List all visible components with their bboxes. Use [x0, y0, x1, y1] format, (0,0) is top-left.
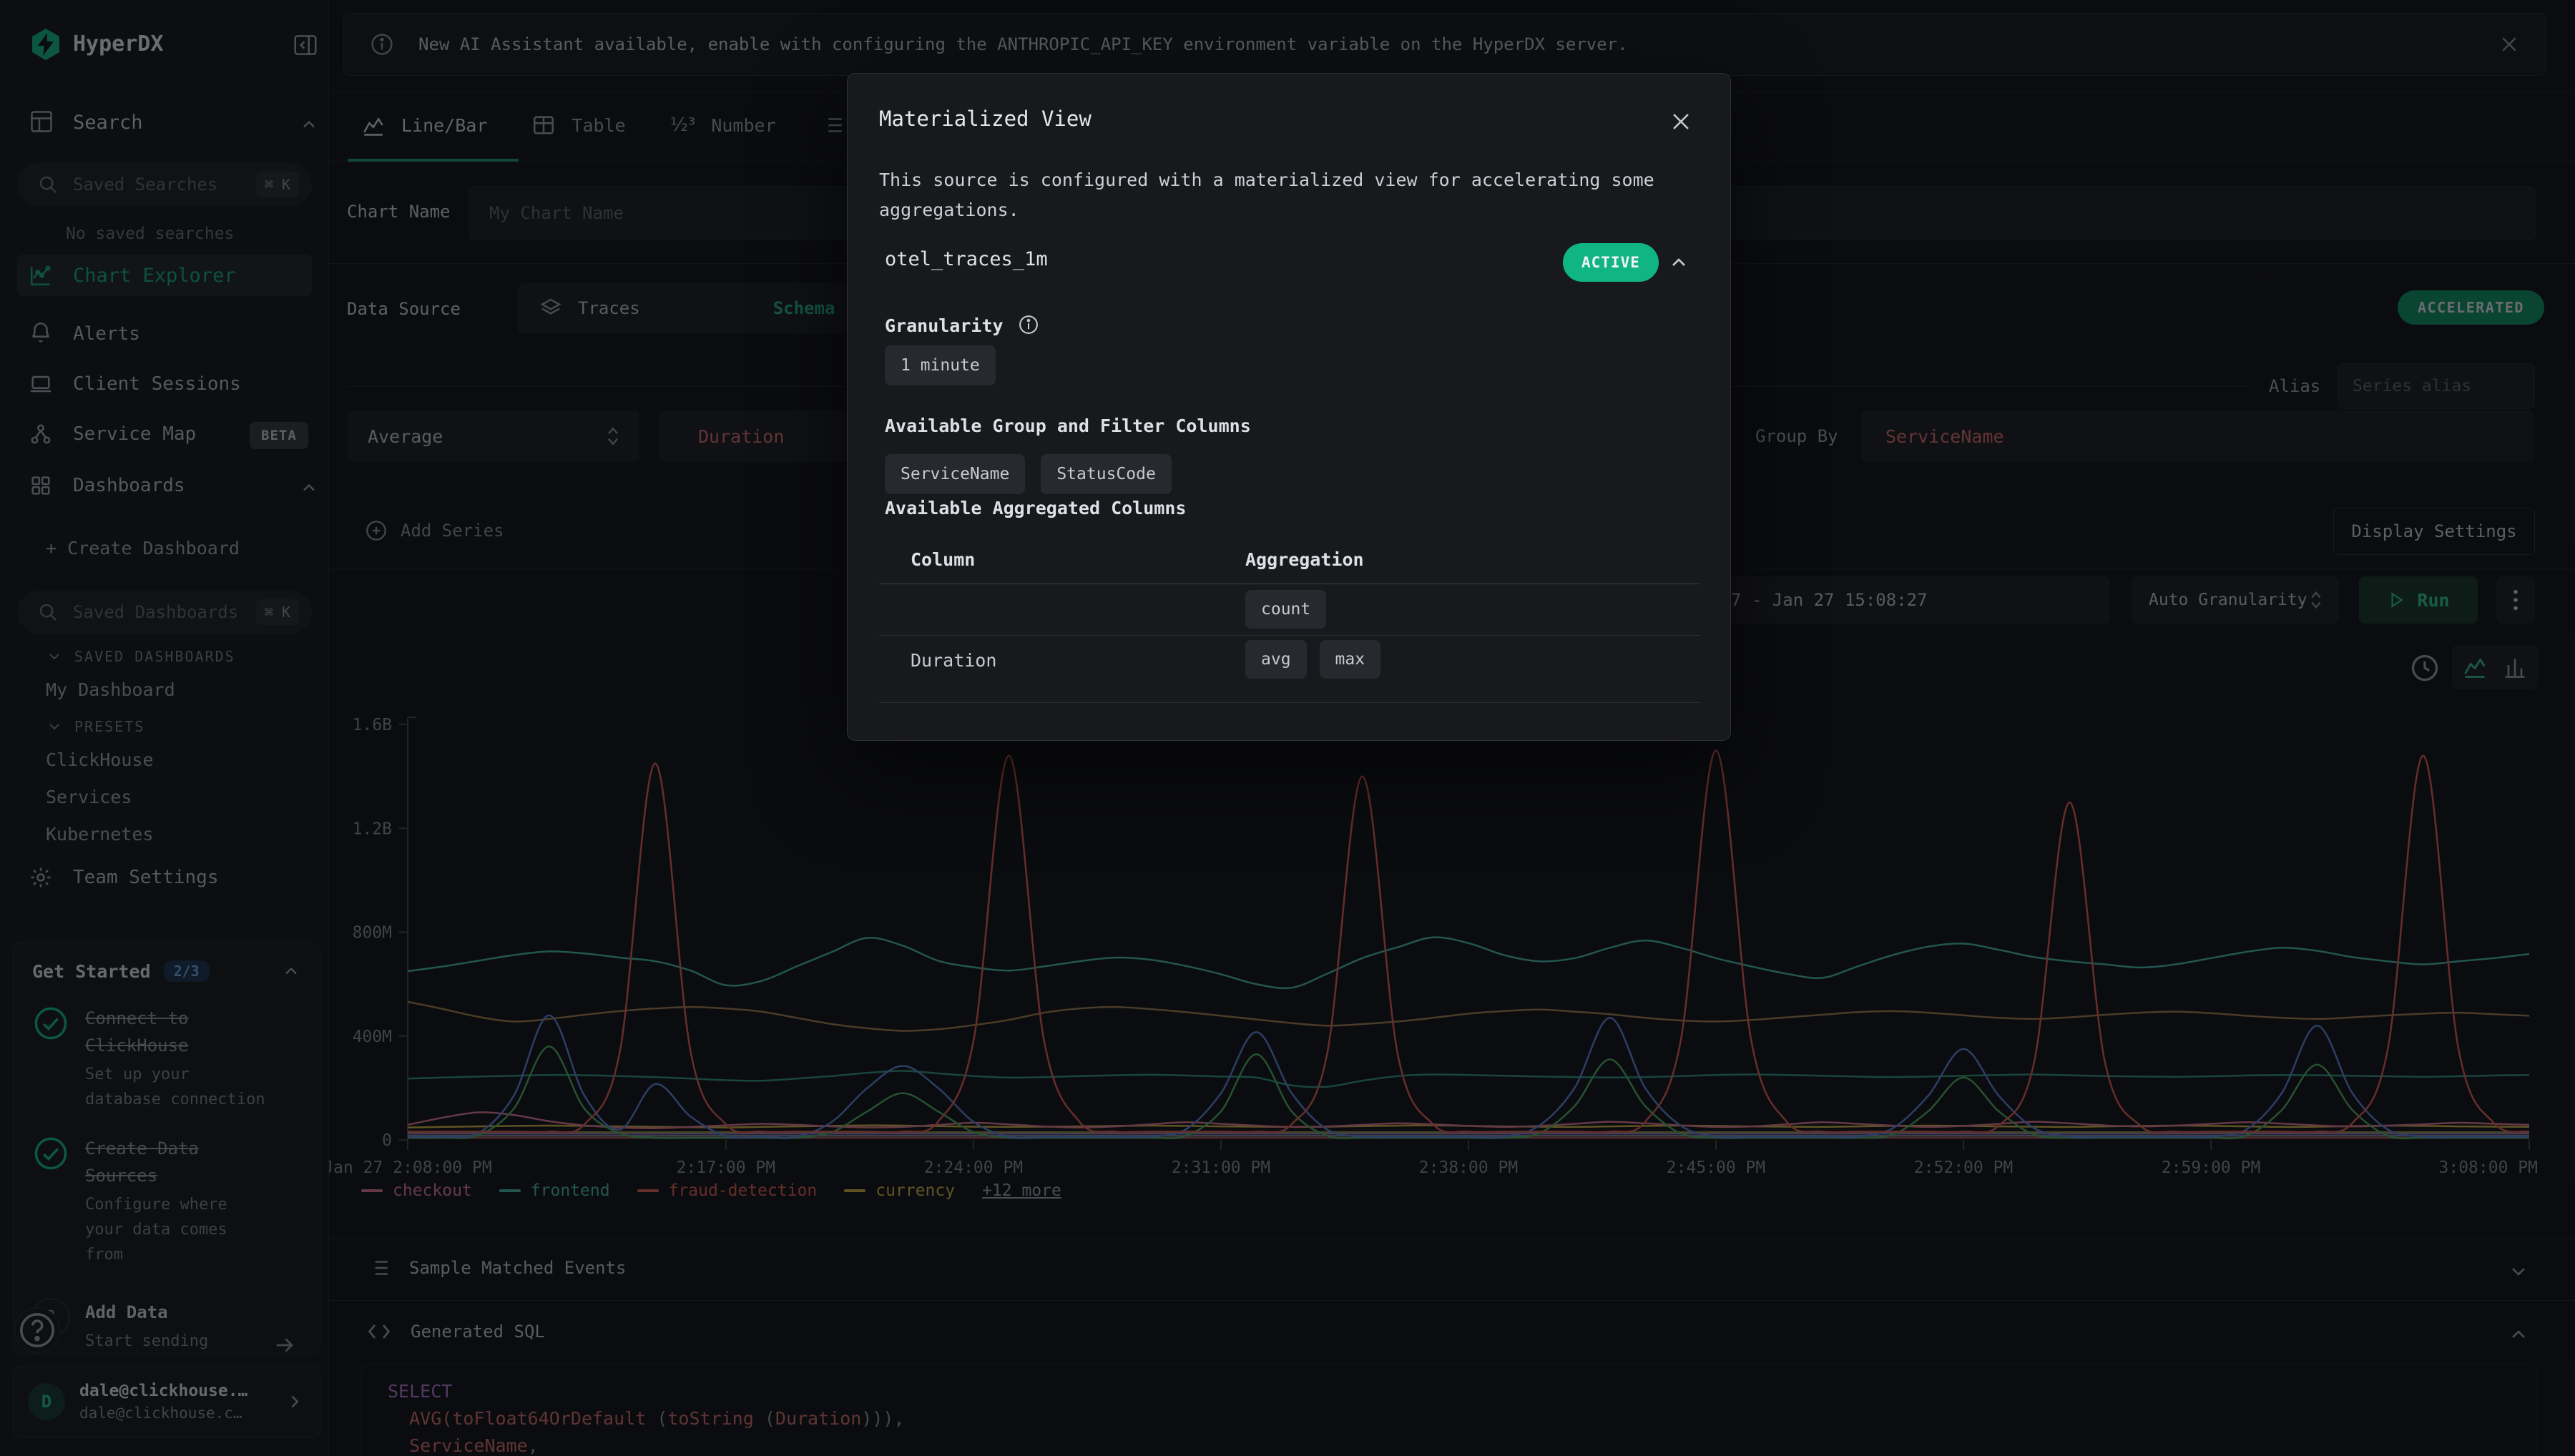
granularity-chip: 1 minute	[885, 345, 996, 385]
aggregated-columns-label: Available Aggregated Columns	[885, 498, 1186, 518]
column-chip: StatusCode	[1041, 454, 1171, 494]
collapse-chevron-up-icon[interactable]	[1667, 251, 1690, 274]
table-row-aggs: count	[1245, 590, 1326, 629]
granularity-label: Granularity	[885, 315, 1004, 336]
agg-chip: max	[1320, 640, 1381, 679]
agg-chip: avg	[1245, 640, 1307, 679]
modal-title: Materialized View	[879, 107, 1092, 131]
materialized-view-modal: Materialized View This source is configu…	[847, 73, 1731, 741]
modal-close-icon[interactable]	[1669, 109, 1693, 134]
agg-chip: count	[1245, 590, 1326, 629]
group-filter-columns-label: Available Group and Filter Columns	[885, 415, 1251, 436]
info-icon[interactable]	[1018, 314, 1039, 335]
table-divider	[879, 702, 1700, 703]
table-row-aggs: avg max	[1245, 640, 1380, 679]
granularity-chip-row: 1 minute	[885, 345, 996, 385]
modal-description: This source is configured with a materia…	[879, 165, 1702, 225]
table-header-column: Column	[911, 549, 975, 570]
table-header-aggregation: Aggregation	[1245, 549, 1364, 570]
table-divider	[879, 635, 1700, 636]
active-status-badge: ACTIVE	[1563, 243, 1659, 282]
group-filter-chip-row: ServiceName StatusCode	[885, 454, 1172, 494]
app-root: 0400M800M1.2B1.6BJan 27 2:08:00 PM2:17:0…	[0, 0, 2575, 1456]
materialized-view-name: otel_traces_1m	[885, 248, 1048, 270]
table-row-column-value: Duration	[911, 650, 996, 671]
column-chip: ServiceName	[885, 454, 1025, 494]
